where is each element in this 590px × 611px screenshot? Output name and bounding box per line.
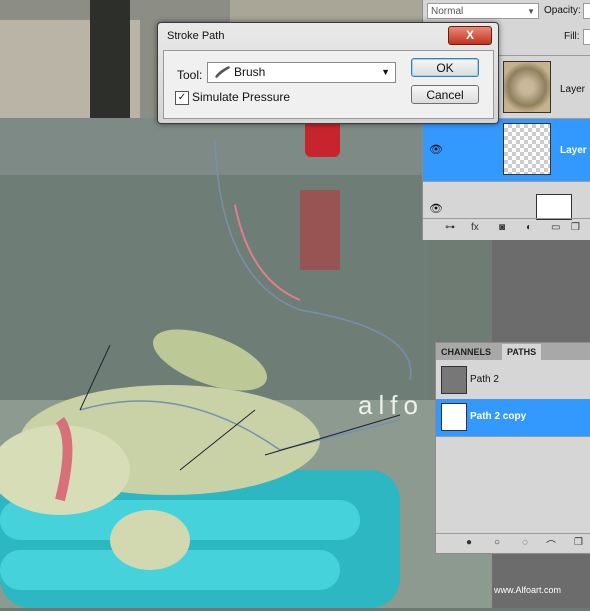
tab-channels[interactable]: CHANNELS xyxy=(436,344,496,360)
stroke-path-icon[interactable]: ○ xyxy=(494,537,500,548)
paths-toolbar: ● ○ ◌ ⌒ ❐ xyxy=(436,533,590,553)
close-button[interactable]: X xyxy=(448,26,492,45)
simulate-pressure-checkbox[interactable]: ✓ xyxy=(175,91,189,105)
layer-row[interactable]: 👁 xyxy=(423,181,590,220)
chevron-down-icon: ▼ xyxy=(527,7,535,16)
cancel-button[interactable]: Cancel xyxy=(411,85,479,104)
fill-label: Fill: xyxy=(564,31,580,42)
fill-path-icon[interactable]: ● xyxy=(466,537,472,548)
layer-name: Layer xyxy=(560,84,586,95)
path-name: Path 2 copy xyxy=(470,411,527,422)
layer-thumbnail xyxy=(536,194,572,220)
dialog-title: Stroke Path xyxy=(167,30,225,42)
panel-tabs: CHANNELS PATHS xyxy=(436,343,590,360)
fx-icon[interactable]: fx xyxy=(471,222,479,233)
adjustment-icon[interactable]: ◐ xyxy=(526,222,532,233)
layer-thumbnail xyxy=(503,123,551,175)
layers-toolbar: ⊶ fx ◙ ◐ ▭ ❐ xyxy=(423,218,590,239)
make-work-path-icon[interactable]: ⌒ xyxy=(546,537,556,552)
fill-field[interactable] xyxy=(583,29,590,45)
chevron-down-icon: ▼ xyxy=(381,67,390,77)
tool-label: Tool: xyxy=(177,68,203,82)
watermark-text: www.Alfoart.com xyxy=(494,585,562,595)
blend-mode-select[interactable]: Normal ▼ xyxy=(427,3,539,19)
eye-icon[interactable]: 👁 xyxy=(429,143,443,156)
path-row-selected[interactable]: Path 2 copy xyxy=(436,399,590,437)
new-layer-icon[interactable]: ❐ xyxy=(571,222,580,233)
new-path-icon[interactable]: ❐ xyxy=(574,537,583,548)
opacity-field[interactable] xyxy=(583,3,590,19)
stroke-path-dialog: Stroke Path X Tool: Brush ▼ ✓ Simulate P… xyxy=(157,22,499,124)
simulate-pressure-label: Simulate Pressure xyxy=(192,90,291,104)
path-row[interactable]: Path 2 xyxy=(436,362,590,400)
dialog-body: Tool: Brush ▼ ✓ Simulate Pressure OK Can… xyxy=(163,50,494,119)
path-name: Path 2 xyxy=(470,374,499,385)
tool-select[interactable]: Brush ▼ xyxy=(207,62,396,83)
canvas-text: alfo xyxy=(358,390,424,420)
opacity-label: Opacity: xyxy=(544,5,581,16)
brush-icon xyxy=(213,65,231,85)
layer-name: Layer xyxy=(560,145,587,156)
blend-mode-value: Normal xyxy=(431,6,464,17)
link-icon[interactable]: ⊶ xyxy=(445,222,455,233)
path-thumbnail xyxy=(441,403,467,431)
path-thumbnail xyxy=(441,366,467,394)
paths-panel: CHANNELS PATHS Path 2 Path 2 copy ● ○ ◌ … xyxy=(435,342,590,554)
layer-row-selected[interactable]: 👁 Layer xyxy=(423,118,590,181)
tab-paths[interactable]: PATHS xyxy=(502,344,542,360)
eye-icon[interactable]: 👁 xyxy=(429,202,443,215)
folder-icon[interactable]: ▭ xyxy=(551,222,560,233)
tool-value: Brush xyxy=(234,65,266,79)
mask-icon[interactable]: ◙ xyxy=(499,222,505,233)
load-selection-icon[interactable]: ◌ xyxy=(522,537,528,548)
layer-thumbnail xyxy=(503,61,551,113)
ok-button[interactable]: OK xyxy=(411,58,479,77)
